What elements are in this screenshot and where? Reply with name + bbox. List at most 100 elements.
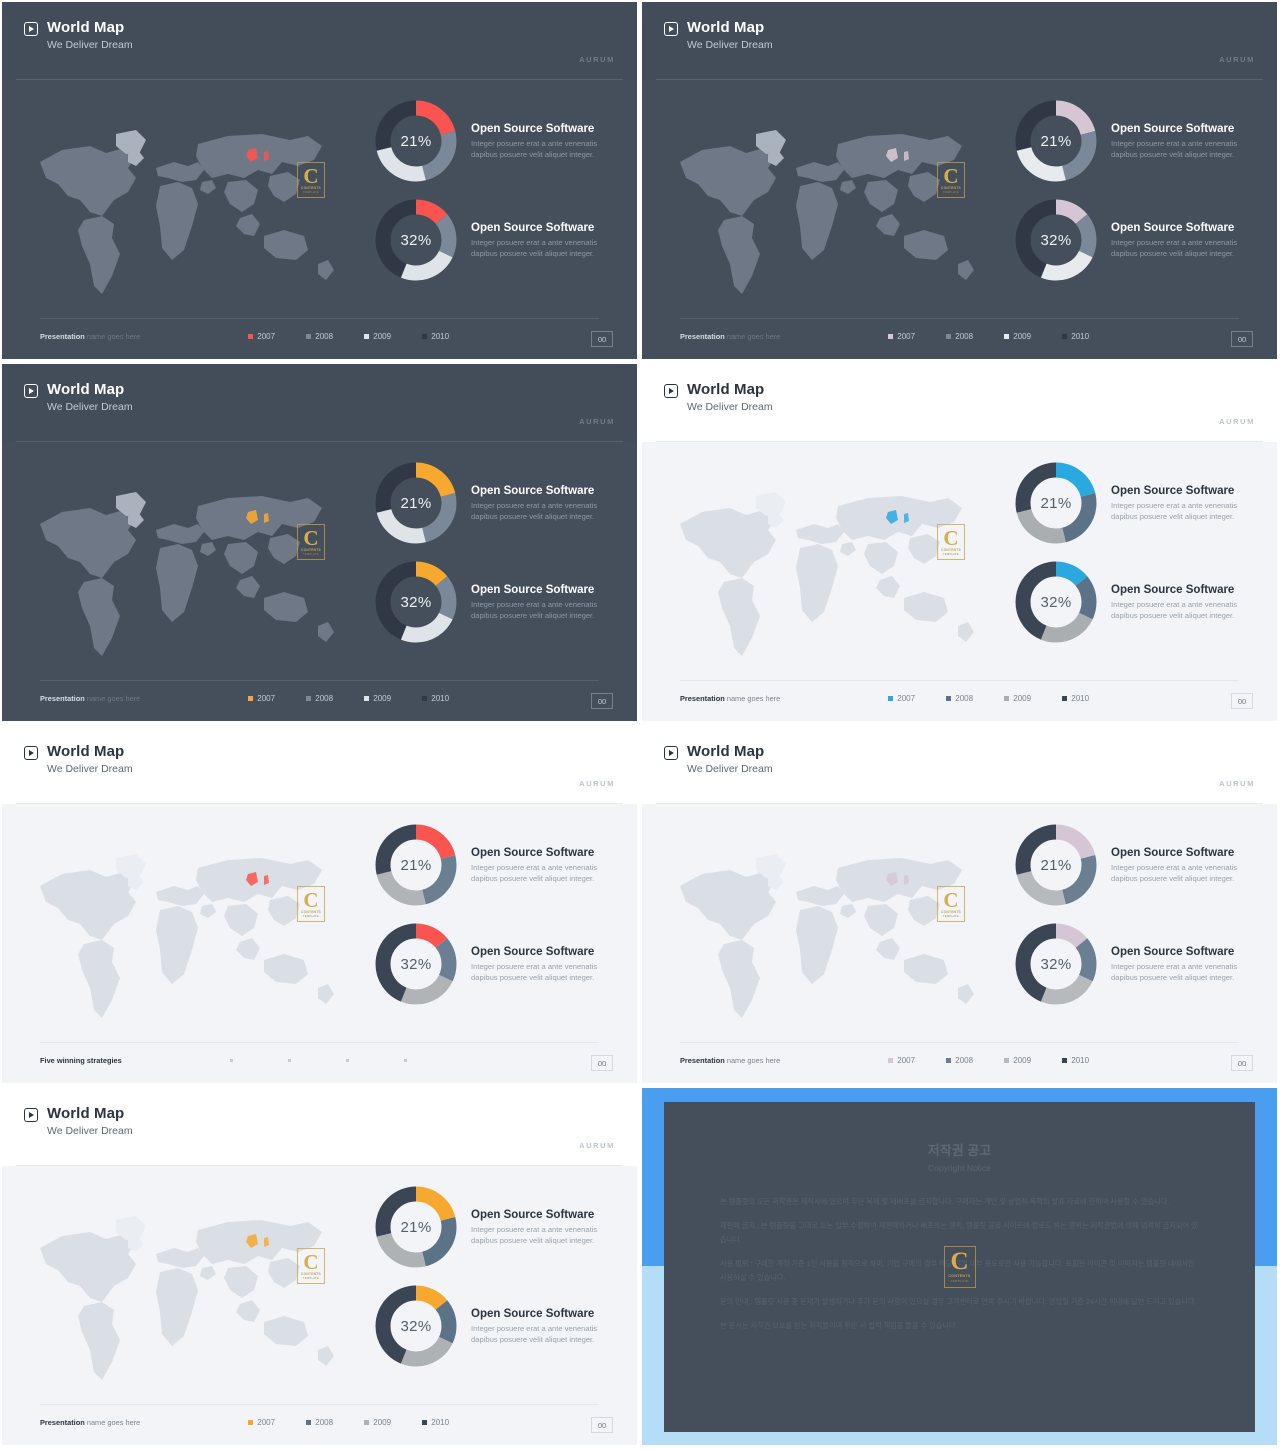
slide-5[interactable]: World Map We Deliver Dream AURUM C CONTE… [2,726,637,1083]
page-title: World Map [687,19,765,36]
logo-line-2: CONTENTS [301,1271,321,1276]
contents-logo-watermark: C CONTENTS TEMPLATE [937,524,965,560]
contents-logo-watermark: C CONTENTS TEMPLATE [297,1248,325,1284]
stat-text-1: Open Source Software Integer posuere era… [1111,122,1243,160]
donut-chart-1[interactable]: 21% [375,824,457,906]
stat-row-2: 32% Open Source Software Integer posuere… [1015,199,1243,281]
donut-chart-2[interactable]: 32% [375,923,457,1005]
donut-center-label: 21% [1040,132,1072,150]
slide-footer: Presentation name goes here 2007 2008 20… [680,325,1253,347]
stat-title: Open Source Software [1111,584,1235,597]
donut-chart-2[interactable]: 32% [375,199,457,281]
footer-presentation-name: Presentation name goes here [40,332,140,341]
brand-label: AURUM [579,55,615,64]
world-map[interactable] [32,470,352,670]
legend-swatch-icon [1004,333,1010,339]
stat-desc: Integer posuere erat a ante venenatis da… [1111,501,1238,521]
legend-item-2008: 2008 [306,1418,364,1427]
legend-swatch-icon [888,695,894,701]
slide-4[interactable]: World Map We Deliver Dream AURUM C CONTE… [642,364,1277,721]
play-icon [24,1108,38,1122]
world-map[interactable] [672,832,992,1032]
legend-item-2008: 2008 [306,332,364,341]
stat-text-1: Open Source Software Integer posuere era… [471,484,603,522]
stat-title: Open Source Software [471,847,595,860]
stat-desc: Integer posuere erat a ante venenatis da… [471,501,598,521]
world-map[interactable] [672,470,992,670]
page-title: World Map [687,381,765,398]
world-map[interactable] [672,108,992,308]
donut-chart-2[interactable]: 32% [1015,923,1097,1005]
logo-line-2: CONTENTS [301,185,321,190]
donut-chart-1[interactable]: 21% [1015,824,1097,906]
logo-letter: C [943,163,959,188]
legend-swatch-icon [306,333,312,339]
stat-desc: Integer posuere erat a ante venenatis da… [1111,600,1238,620]
slide-header: World Map We Deliver Dream AURUM [2,1088,637,1166]
page-title: World Map [687,743,765,760]
legend-item-2009: 2009 [345,1056,404,1065]
legend-label: 2007 [897,1055,916,1065]
slide-body: C CONTENTS TEMPLATE 21% Open Source Soft… [642,804,1277,1083]
logo-line-2: CONTENTS [941,185,961,190]
donut-chart-2[interactable]: 32% [1015,561,1097,643]
slide-footer: Presentation name goes here 2007 2008 20… [680,687,1253,709]
footer-name-light: name goes here [84,1417,141,1427]
stat-text-2: Open Source Software Integer posuere era… [471,583,603,621]
footer-presentation-name: Presentation name goes here [680,332,780,341]
stat-desc: Integer posuere erat a ante venenatis da… [471,962,598,982]
world-map[interactable] [32,108,352,308]
world-map[interactable] [32,1194,352,1394]
contents-logo-watermark: C CONTENTS TEMPLATE [943,1246,976,1288]
slide-6[interactable]: World Map We Deliver Dream AURUM C CONTE… [642,726,1277,1083]
slide-2[interactable]: World Map We Deliver Dream AURUM C CONTE… [642,2,1277,359]
footer-name-light: name goes here [84,331,141,341]
legend-item-2010: 2010 [403,1056,462,1065]
page-title: World Map [47,19,125,36]
donut-chart-1[interactable]: 21% [1015,462,1097,544]
copyright-card: 저작권 공고 Copyright Notice 본 템플릿의 모든 저작권은 제… [664,1102,1255,1432]
slide-7[interactable]: World Map We Deliver Dream AURUM C CONTE… [2,1088,637,1445]
page-subtitle: We Deliver Dream [687,763,773,775]
donut-chart-1[interactable]: 21% [375,462,457,544]
donut-chart-2[interactable]: 32% [375,561,457,643]
page-subtitle: We Deliver Dream [47,39,133,51]
donut-chart-1[interactable]: 21% [1015,100,1097,182]
logo-letter: C [303,1249,319,1274]
brand-label: AURUM [1219,417,1255,426]
contents-logo-watermark: C CONTENTS TEMPLATE [297,524,325,560]
slide-header: World Map We Deliver Dream AURUM [2,726,637,804]
logo-line-2: CONTENTS [301,909,321,914]
stat-title: Open Source Software [1111,847,1235,860]
stat-text-2: Open Source Software Integer posuere era… [1111,221,1243,259]
stat-row-2: 32% Open Source Software Integer posuere… [1015,561,1243,643]
slide-1[interactable]: World Map We Deliver Dream AURUM C CONTE… [2,2,637,359]
footer-name-light: name goes here [84,693,141,703]
legend-item-2009: 2009 [1004,694,1062,703]
stat-text-1: Open Source Software Integer posuere era… [471,846,603,884]
legend-swatch-icon [306,695,312,701]
legend-label: 2007 [897,693,916,703]
page-number-box: 00 [1231,693,1253,709]
donut-chart-2[interactable]: 32% [1015,199,1097,281]
legend-swatch-icon [946,695,952,701]
donut-chart-1[interactable]: 21% [375,1186,457,1268]
footer-legend: 2007 2008 2009 2010 [888,694,1120,703]
page-number-box: 00 [591,1055,613,1071]
legend-label: 2010 [1071,1055,1090,1065]
legend-swatch-icon [1062,695,1068,701]
world-map[interactable] [32,832,352,1032]
legend-label: 2008 [955,693,974,703]
stat-desc: Integer posuere erat a ante venenatis da… [471,238,598,258]
stat-row-2: 32% Open Source Software Integer posuere… [375,561,603,643]
legend-swatch-icon [1004,695,1010,701]
stat-row-2: 32% Open Source Software Integer posuere… [375,923,603,1005]
slide-3[interactable]: World Map We Deliver Dream AURUM C CONTE… [2,364,637,721]
legend-label: 2009 [1013,1055,1032,1065]
stat-desc: Integer posuere erat a ante venenatis da… [1111,863,1238,883]
slide-body: C CONTENTS TEMPLATE 21% Open Source Soft… [2,442,637,721]
legend-swatch-icon [946,333,952,339]
donut-chart-1[interactable]: 21% [375,100,457,182]
donut-chart-2[interactable]: 32% [375,1285,457,1367]
legend-item-2008: 2008 [946,332,1004,341]
